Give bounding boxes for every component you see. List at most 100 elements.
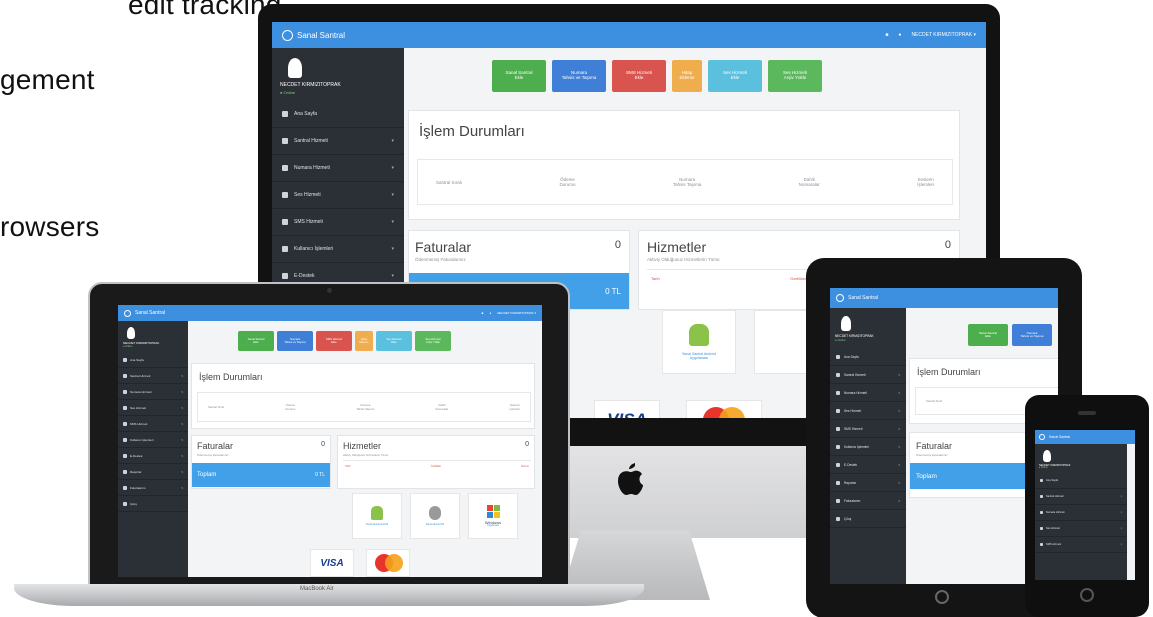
- add-voice-button[interactable]: Ses Hizmeti Ekle: [708, 60, 762, 92]
- brand-title: Sanal Santral: [297, 30, 346, 40]
- sidebar-item-numara[interactable]: Numara Hizmeti ▾: [830, 384, 906, 402]
- chart-icon: [836, 480, 840, 485]
- status-columns: Santral Sıralı Ödeme Durumu Numara Tahsis …: [417, 159, 953, 205]
- sidebar-item-ses[interactable]: Ses Hizmeti ▾: [118, 400, 188, 416]
- home-icon[interactable]: ■: [482, 311, 484, 315]
- sidebar-item-invoices[interactable]: Faturalarım ▾: [830, 492, 906, 510]
- add-voice-button[interactable]: Ses Hizmeti Ekle: [376, 331, 412, 351]
- sidebar-item-numara[interactable]: Numara Hizmeti ▾: [272, 155, 404, 182]
- invoices-title: Faturalar: [916, 441, 953, 451]
- sidebar-item-sms[interactable]: SMS Hizmeti ▾: [1035, 537, 1127, 553]
- sidebar-item-santral[interactable]: Santral Hizmeti ▾: [830, 366, 906, 384]
- brand-logo-icon: [1039, 434, 1045, 440]
- sidebar-item-home[interactable]: Ana Sayfa: [272, 101, 404, 128]
- brand-logo-icon: [836, 294, 844, 302]
- android-download[interactable]: Sanal Santral Android Uygulaması: [662, 310, 736, 374]
- sidebar-item-reports[interactable]: Raporlar ▾: [830, 474, 906, 492]
- invoices-total-bar: Toplam 0 TL: [192, 463, 330, 487]
- sidebar: NECDET KIRMIZITOPRAK ● Online Ana Sayfa …: [830, 308, 906, 584]
- avatar: [288, 58, 302, 78]
- chevron-down-icon: ▾: [898, 372, 900, 377]
- topbar: Sanal Santral ■ ● NECDET KIRMIZITOPRAK ▾: [272, 22, 986, 48]
- volume-icon: [123, 405, 127, 410]
- sidebar-item-users[interactable]: Kullanıcı İşlemleri ▾: [272, 236, 404, 263]
- sidebar-item-logout[interactable]: Çıkış: [118, 496, 188, 512]
- sidebar-item-support[interactable]: E-Destek ▾: [118, 448, 188, 464]
- sidebar-item-santral[interactable]: Santral Hizmeti ▾: [1035, 489, 1127, 505]
- envelope-icon: [1040, 543, 1043, 546]
- sidebar-item-santral[interactable]: Santral Hizmeti ▾: [272, 128, 404, 155]
- invoices-total-label: Toplam: [197, 472, 217, 478]
- sidebar-item-logout[interactable]: Çıkış: [830, 510, 906, 528]
- user-menu[interactable]: NECDET KIRMIZITOPRAK ▾: [911, 32, 976, 38]
- laptop-camera: [327, 288, 332, 293]
- windows-download[interactable]: Windows Uygulaması: [468, 493, 518, 539]
- car-icon: [836, 372, 840, 377]
- add-santral-button[interactable]: Sanal Santral Ekle: [968, 324, 1008, 346]
- home-icon: [836, 354, 840, 359]
- brand[interactable]: Sanal Santral: [124, 309, 165, 317]
- logout-icon: [123, 501, 127, 506]
- brand[interactable]: Sanal Santral: [836, 294, 878, 302]
- add-santral-button[interactable]: Sanal Santral Ekle: [492, 60, 546, 92]
- number-allocation-button[interactable]: Numara Tahsis ve Taşıma: [1012, 324, 1052, 346]
- chevron-down-icon: ▾: [1120, 495, 1122, 498]
- chevron-down-icon: ▾: [898, 390, 900, 395]
- sidebar-item-support[interactable]: E-Destek ▾: [830, 456, 906, 474]
- sidebar-item-home[interactable]: Ana Sayfa: [118, 352, 188, 368]
- android-icon: [371, 506, 383, 520]
- home-icon: [123, 357, 127, 362]
- sidebar-item-sms[interactable]: SMS Hizmeti ▾: [118, 416, 188, 432]
- sidebar-item-sms[interactable]: SMS Hizmeti ▾: [830, 420, 906, 438]
- sidebar-item-users[interactable]: Kullanıcı İşlemleri ▾: [118, 432, 188, 448]
- invoices-total-value: 0 TL: [315, 472, 325, 478]
- envelope-icon: [836, 426, 840, 431]
- home-icon[interactable]: ■: [885, 32, 888, 38]
- number-allocation-button[interactable]: Numara Tahsis ve Taşıma: [552, 60, 606, 92]
- brand[interactable]: Sanal Santral: [282, 29, 346, 41]
- user-status: ● Online: [123, 345, 133, 348]
- add-sms-button[interactable]: SMS Hizmeti Ekle: [316, 331, 352, 351]
- upload-voice-button[interactable]: Ses Hizmeti Arşiv Yükle: [415, 331, 451, 351]
- upload-voice-button[interactable]: Ses Hizmeti Arşiv Yükle: [768, 60, 822, 92]
- user-block: NECDET KIRMIZITOPRAK ● Online: [118, 321, 188, 352]
- add-hitap-button[interactable]: Hitap Ekleme: [672, 60, 702, 92]
- sidebar-item-reports[interactable]: Raporlar ▾: [118, 464, 188, 480]
- tablet-screen: Sanal Santral NECDET KIRMIZITOPRAK ● Onl…: [830, 288, 1058, 584]
- sidebar-item-home[interactable]: Ana Sayfa: [830, 348, 906, 366]
- sidebar-item-invoices[interactable]: Faturalarım ▾: [118, 480, 188, 496]
- sidebar-item-users[interactable]: Kullanıcı İşlemleri ▾: [830, 438, 906, 456]
- sidebar-item-ses[interactable]: Ses Hizmeti ▾: [272, 182, 404, 209]
- status-col: Dahili Numaralar: [798, 177, 820, 187]
- add-santral-button[interactable]: Sanal Santral Ekle: [238, 331, 274, 351]
- add-hitap-button[interactable]: Hitap Ekleme: [355, 331, 373, 351]
- ios-download[interactable]: [754, 310, 812, 374]
- android-download[interactable]: Sanal Santral Android: [352, 493, 402, 539]
- add-sms-button[interactable]: SMS Hizmeti Ekle: [612, 60, 666, 92]
- invoices-total-label: Toplam: [916, 472, 937, 480]
- phone-home-button: [1080, 588, 1094, 602]
- status-col: Santral Sıralı: [926, 399, 943, 403]
- sidebar-item-numara[interactable]: Numara Hizmeti ▾: [118, 384, 188, 400]
- status-panel: İşlem Durumları Santral Sıralı Ödeme Duru…: [191, 363, 535, 429]
- chevron-down-icon: ▾: [391, 273, 394, 279]
- sidebar-item-sms[interactable]: SMS Hizmeti ▾: [272, 209, 404, 236]
- notification-icon[interactable]: ●: [489, 311, 491, 315]
- sidebar-item-ses[interactable]: Ses Hizmeti ▾: [830, 402, 906, 420]
- services-subtitle: Aktiviy Olduğunuz Hizmetlerin Tümü: [647, 257, 720, 262]
- sidebar-item-ses[interactable]: Ses Hizmeti ▾: [1035, 521, 1127, 537]
- sidebar-item-santral[interactable]: Santral Hizmeti ▾: [118, 368, 188, 384]
- sidebar-item-home[interactable]: Ana Sayfa: [1035, 473, 1127, 489]
- brand[interactable]: Sanal Santral: [1039, 434, 1070, 440]
- notification-icon[interactable]: ●: [898, 32, 901, 38]
- phone-icon: [282, 165, 288, 171]
- sidebar-item-numara[interactable]: Numara Hizmeti ▾: [1035, 505, 1127, 521]
- user-menu[interactable]: NECDET KIRMIZITOPRAK ▾: [497, 311, 536, 315]
- ios-download[interactable]: Sanal Santral iOS: [410, 493, 460, 539]
- services-count: 0: [944, 239, 951, 251]
- visa-badge: VISA: [310, 549, 354, 577]
- number-allocation-button[interactable]: Numara Tahsis ve Taşıma: [277, 331, 313, 351]
- status-title: İşlem Durumları: [419, 123, 525, 140]
- user-name: NECDET KIRMIZITOPRAK: [280, 82, 341, 88]
- chevron-down-icon: ▾: [1120, 527, 1122, 530]
